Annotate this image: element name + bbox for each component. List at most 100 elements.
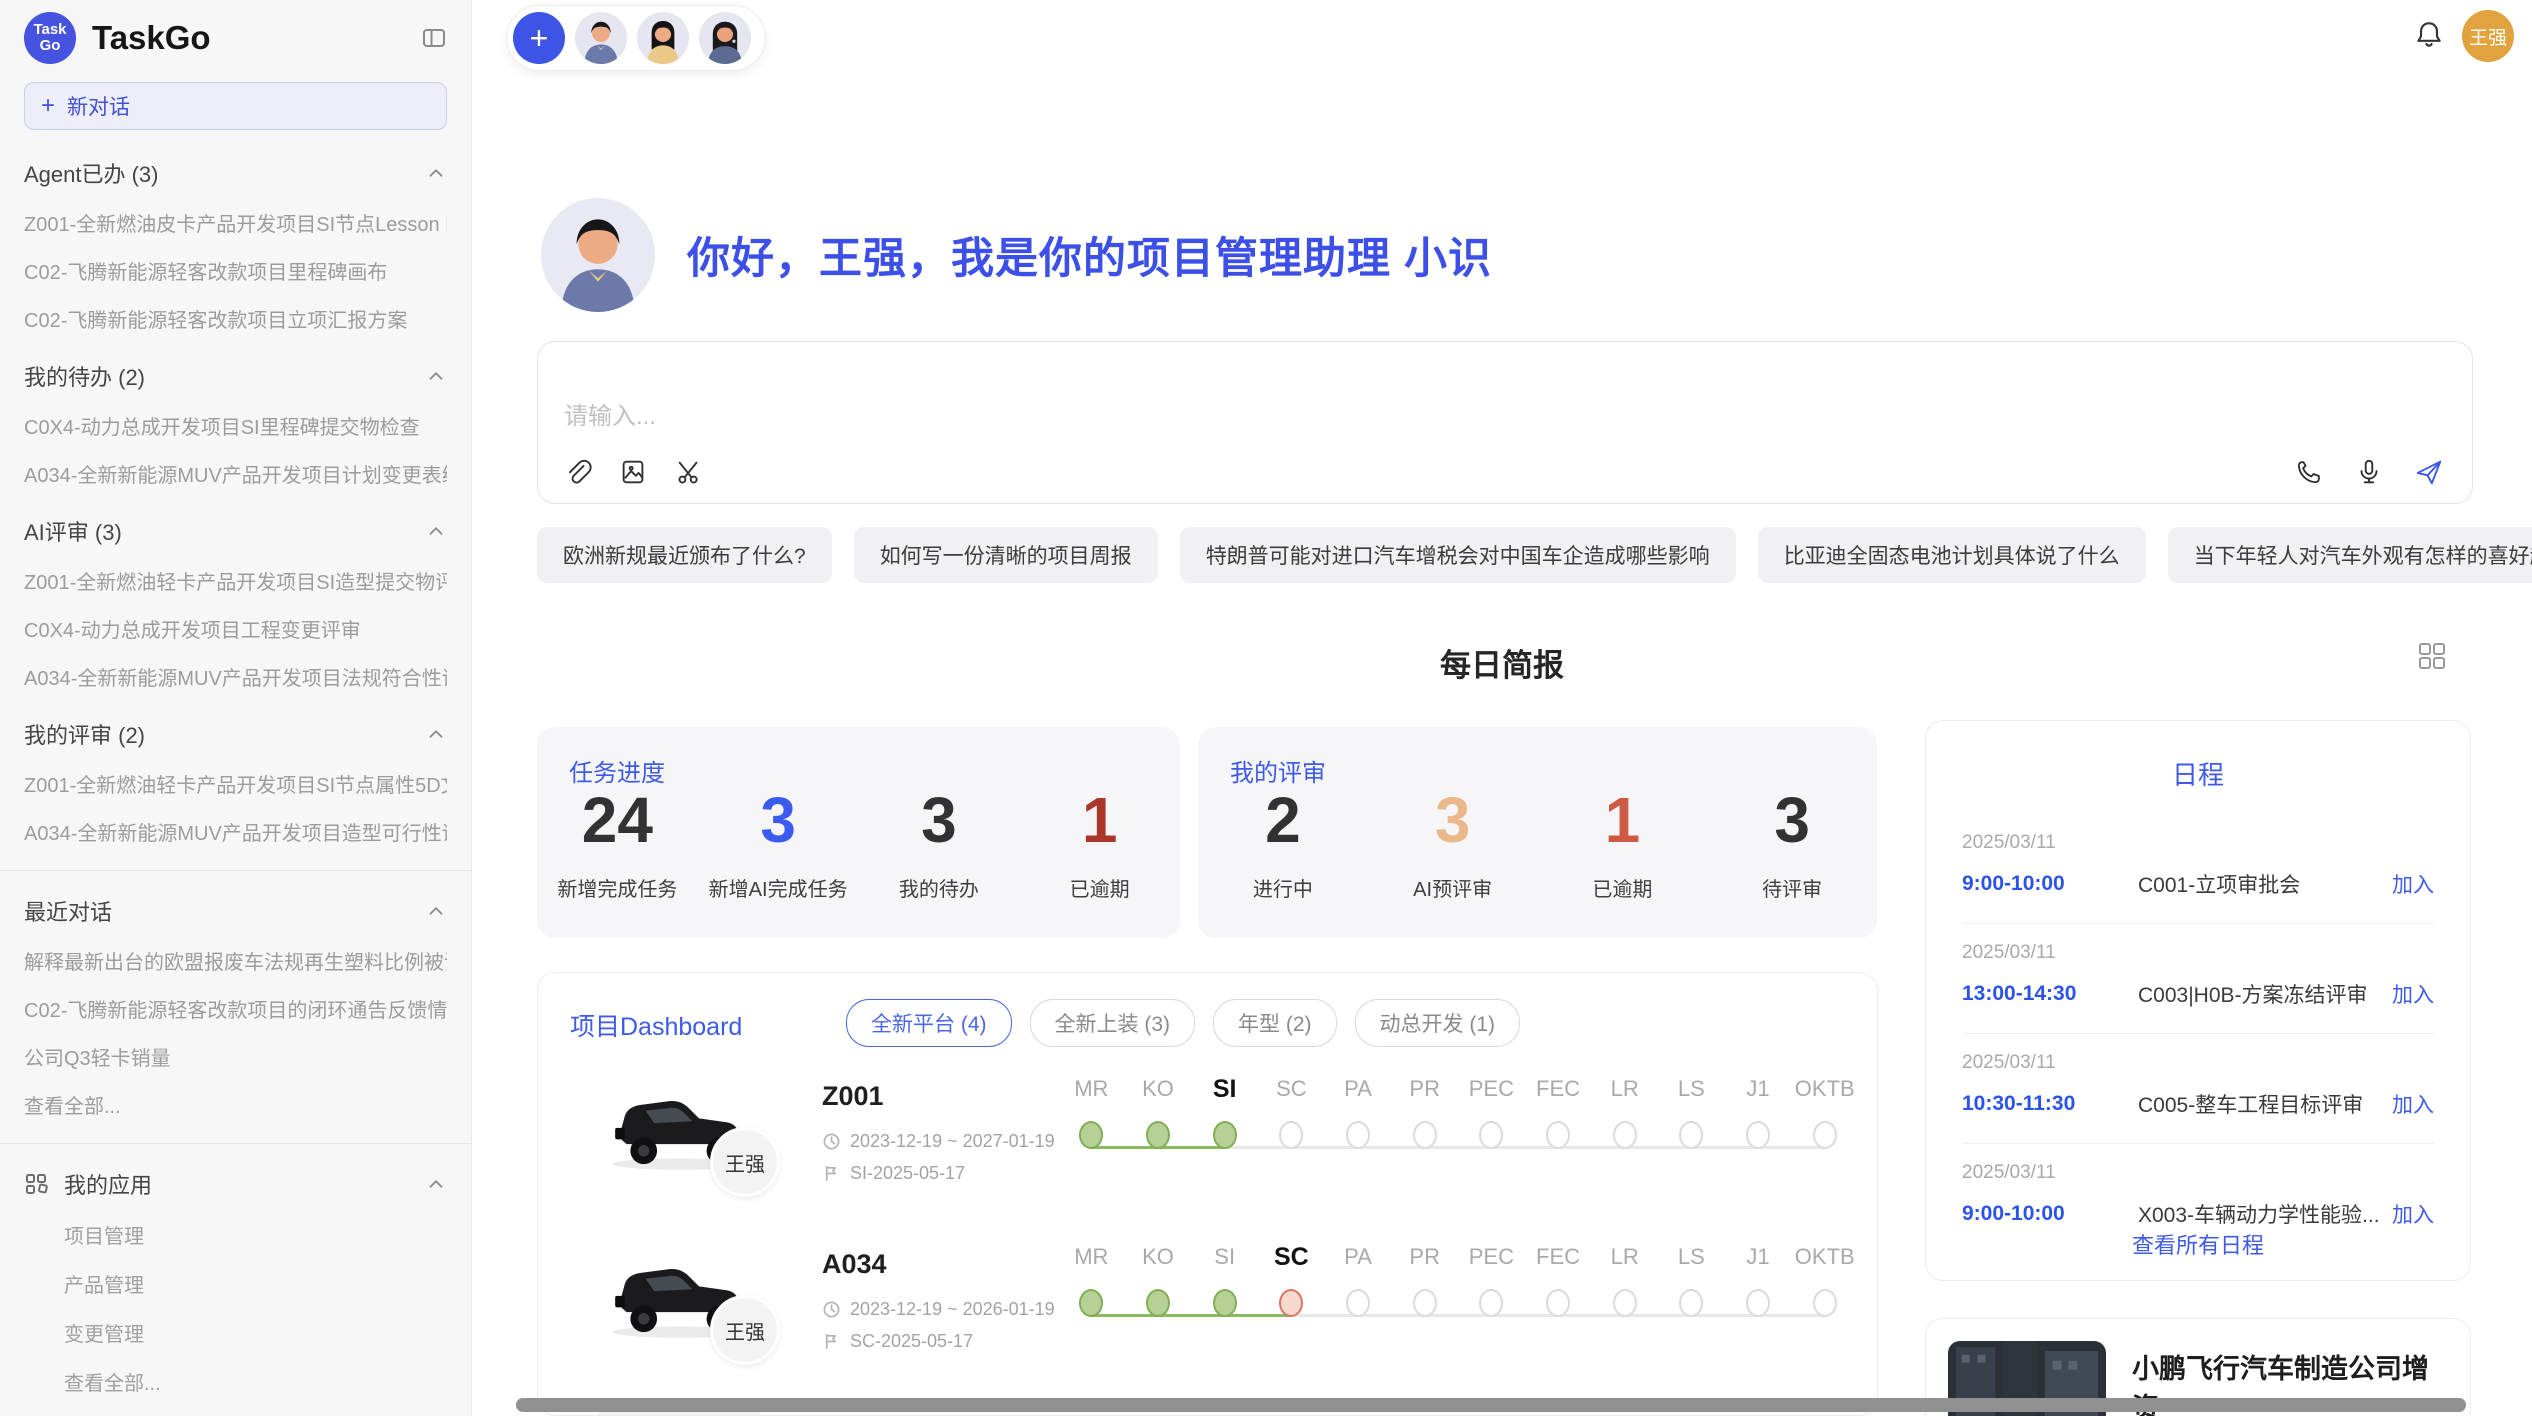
milestone-pa: PA <box>1325 1229 1392 1389</box>
view-all-conversations[interactable]: 查看全部... <box>24 1090 447 1119</box>
sidebar-item[interactable]: A034-全新新能源MUV产品开发项目造型可行性评审 <box>24 817 447 846</box>
milestone-label: KO <box>1125 1229 1192 1275</box>
suggestion-chip[interactable]: 特朗普可能对进口汽车增税会对中国车企造成哪些影响 <box>1180 527 1736 583</box>
schedule-item[interactable]: 2025/03/11 13:00-14:30 C003|H0B-方案冻结评审 加… <box>1962 924 2434 1034</box>
suggestion-chip[interactable]: 当下年轻人对汽车外观有怎样的喜好趋势 <box>2168 527 2532 583</box>
recent-conversation-item[interactable]: 公司Q3轻卡销量 <box>24 1042 447 1071</box>
card-title: 我的评审 <box>1230 753 1326 788</box>
section-header[interactable]: AI评审 (3) <box>24 515 447 547</box>
suggestion-chip[interactable]: 如何写一份清晰的项目周报 <box>854 527 1158 583</box>
send-icon <box>2414 457 2444 487</box>
assistant-avatar <box>541 198 655 312</box>
stat-new-ai-done: 3 新增AI完成任务 <box>698 785 859 902</box>
new-chat-button[interactable]: + 新对话 <box>24 82 447 130</box>
sidebar-item[interactable]: C0X4-动力总成开发项目SI里程碑提交物检查 <box>24 411 447 440</box>
chevron-up-icon[interactable] <box>425 723 447 745</box>
section-header[interactable]: 最近对话 <box>24 895 447 927</box>
stat-my-todo: 3 我的待办 <box>859 785 1020 902</box>
panel-toggle-icon[interactable] <box>421 25 447 51</box>
greeting-text: 你好，王强，我是你的项目管理助理 小识 <box>687 224 1492 286</box>
stat-in-progress: 2 进行中 <box>1198 785 1368 902</box>
schedule-date: 2025/03/11 <box>1962 832 2434 854</box>
project-row-a034[interactable]: 王强 A034 2023-12-19 ~ 2026-01-19 SC-2025-… <box>538 1225 1877 1395</box>
send-button[interactable] <box>2414 457 2444 487</box>
filter-new-body[interactable]: 全新上装 (3) <box>1030 999 1196 1047</box>
stat-value: 3 <box>1368 785 1538 855</box>
chevron-up-icon[interactable] <box>425 520 447 542</box>
agent-avatar-2[interactable] <box>637 12 689 64</box>
stat-label: 已逾期 <box>1538 873 1708 902</box>
mic-icon[interactable] <box>2354 457 2384 487</box>
section-title: Agent已办 (3) <box>24 157 159 189</box>
suggestion-chip[interactable]: 比亚迪全固态电池计划具体说了什么 <box>1758 527 2146 583</box>
schedule-event-title: C005-整车工程目标评审 <box>2138 1089 2392 1119</box>
project-row-z001[interactable]: 王强 Z001 2023-12-19 ~ 2027-01-19 SI-2025-… <box>538 1057 1877 1227</box>
app-item-project-mgmt[interactable]: 项目管理 <box>64 1220 447 1249</box>
section-header[interactable]: 我的评审 (2) <box>24 718 447 750</box>
greeting: 你好，王强，我是你的项目管理助理 小识 <box>541 198 1492 312</box>
stat-value: 3 <box>698 785 859 855</box>
schedule-item[interactable]: 2025/03/11 9:00-10:00 C001-立项审批会 加入 <box>1962 814 2434 924</box>
join-link[interactable]: 加入 <box>2392 869 2434 899</box>
horizontal-scrollbar[interactable] <box>516 1398 2466 1412</box>
milestone-j1: J1 <box>1725 1229 1792 1389</box>
app-item-product-mgmt[interactable]: 产品管理 <box>64 1269 447 1298</box>
milestone-dot <box>1546 1121 1570 1149</box>
quick-access-bar: + <box>506 5 766 71</box>
section-header[interactable]: Agent已办 (3) <box>24 157 447 189</box>
sidebar-item[interactable]: C0X4-动力总成开发项目工程变更评审 <box>24 614 447 643</box>
sidebar-item[interactable]: C02-飞腾新能源轻客改款项目立项汇报方案 <box>24 304 447 333</box>
phone-icon[interactable] <box>2294 457 2324 487</box>
agent-avatar-3[interactable] <box>699 12 751 64</box>
notifications-button[interactable] <box>2412 18 2446 52</box>
sidebar-item[interactable]: C02-飞腾新能源轻客改款项目里程碑画布 <box>24 256 447 285</box>
layout-grid-icon[interactable] <box>2417 641 2447 671</box>
agent-avatar-1[interactable] <box>575 12 627 64</box>
app-item-change-mgmt[interactable]: 变更管理 <box>64 1318 447 1347</box>
chevron-up-icon[interactable] <box>425 365 447 387</box>
join-link[interactable]: 加入 <box>2392 979 2434 1009</box>
milestone-dot <box>1679 1121 1703 1149</box>
section-title: 我的应用 <box>64 1168 425 1200</box>
view-all-apps[interactable]: 查看全部... <box>64 1367 447 1396</box>
suggestion-chips: 欧洲新规最近颁布了什么? 如何写一份清晰的项目周报 特朗普可能对进口汽车增税会对… <box>537 527 2532 583</box>
scissors-icon[interactable] <box>674 457 704 487</box>
date-range: 2023-12-19 ~ 2027-01-19 <box>850 1131 1055 1152</box>
sidebar-item[interactable]: A034-全新新能源MUV产品开发项目法规符合性评审 <box>24 662 447 691</box>
project-milestone-tag: SI-2025-05-17 <box>822 1163 965 1184</box>
milestone-label: SI <box>1191 1229 1258 1275</box>
filter-powertrain[interactable]: 动总开发 (1) <box>1355 999 1521 1047</box>
schedule-item[interactable]: 2025/03/11 10:30-11:30 C005-整车工程目标评审 加入 <box>1962 1034 2434 1144</box>
my-apps-header[interactable]: 我的应用 <box>24 1168 447 1200</box>
milestone-dot <box>1613 1289 1637 1317</box>
image-icon[interactable] <box>618 457 648 487</box>
stat-ai-pre-review: 3 AI预评审 <box>1368 785 1538 902</box>
milestone-dot <box>1746 1121 1770 1149</box>
milestone-pr: PR <box>1391 1061 1458 1221</box>
recent-conversation-item[interactable]: 解释最新出台的欧盟报废车法规再生塑料比例被调至15%... <box>24 946 447 975</box>
milestone-label: KO <box>1125 1061 1192 1107</box>
sidebar-item[interactable]: Z001-全新燃油皮卡产品开发项目SI节点Lesson Learn报告 <box>24 208 447 237</box>
filter-all-new-platform[interactable]: 全新平台 (4) <box>846 999 1012 1047</box>
sidebar-item[interactable]: Z001-全新燃油轻卡产品开发项目SI造型提交物评审 <box>24 566 447 595</box>
join-link[interactable]: 加入 <box>2392 1089 2434 1119</box>
section-header[interactable]: 我的待办 (2) <box>24 360 447 392</box>
chevron-up-icon[interactable] <box>425 162 447 184</box>
milestone-dot <box>1346 1289 1370 1317</box>
section-title: AI评审 (3) <box>24 515 122 547</box>
sidebar-item[interactable]: A034-全新新能源MUV产品开发项目计划变更表编写 <box>24 459 447 488</box>
view-all-schedule-link[interactable]: 查看所有日程 <box>1926 1228 2470 1260</box>
new-agent-button[interactable]: + <box>513 12 565 64</box>
user-avatar[interactable]: 王强 <box>2462 10 2514 62</box>
paperclip-icon[interactable] <box>562 457 592 487</box>
filter-year-model[interactable]: 年型 (2) <box>1213 999 1337 1047</box>
chevron-up-icon[interactable] <box>425 900 447 922</box>
milestone-dot <box>1413 1121 1437 1149</box>
sidebar-item[interactable]: Z001-全新燃油轻卡产品开发项目SI节点属性5D文件评审 <box>24 769 447 798</box>
join-link[interactable]: 加入 <box>2392 1199 2434 1229</box>
chat-input-box[interactable]: 请输入... <box>537 341 2473 504</box>
chevron-up-icon[interactable] <box>425 1173 447 1195</box>
recent-conversation-item[interactable]: C02-飞腾新能源轻客改款项目的闭环通告反馈情况 <box>24 994 447 1023</box>
suggestion-chip[interactable]: 欧洲新规最近颁布了什么? <box>537 527 832 583</box>
stat-label: 待评审 <box>1707 873 1877 902</box>
